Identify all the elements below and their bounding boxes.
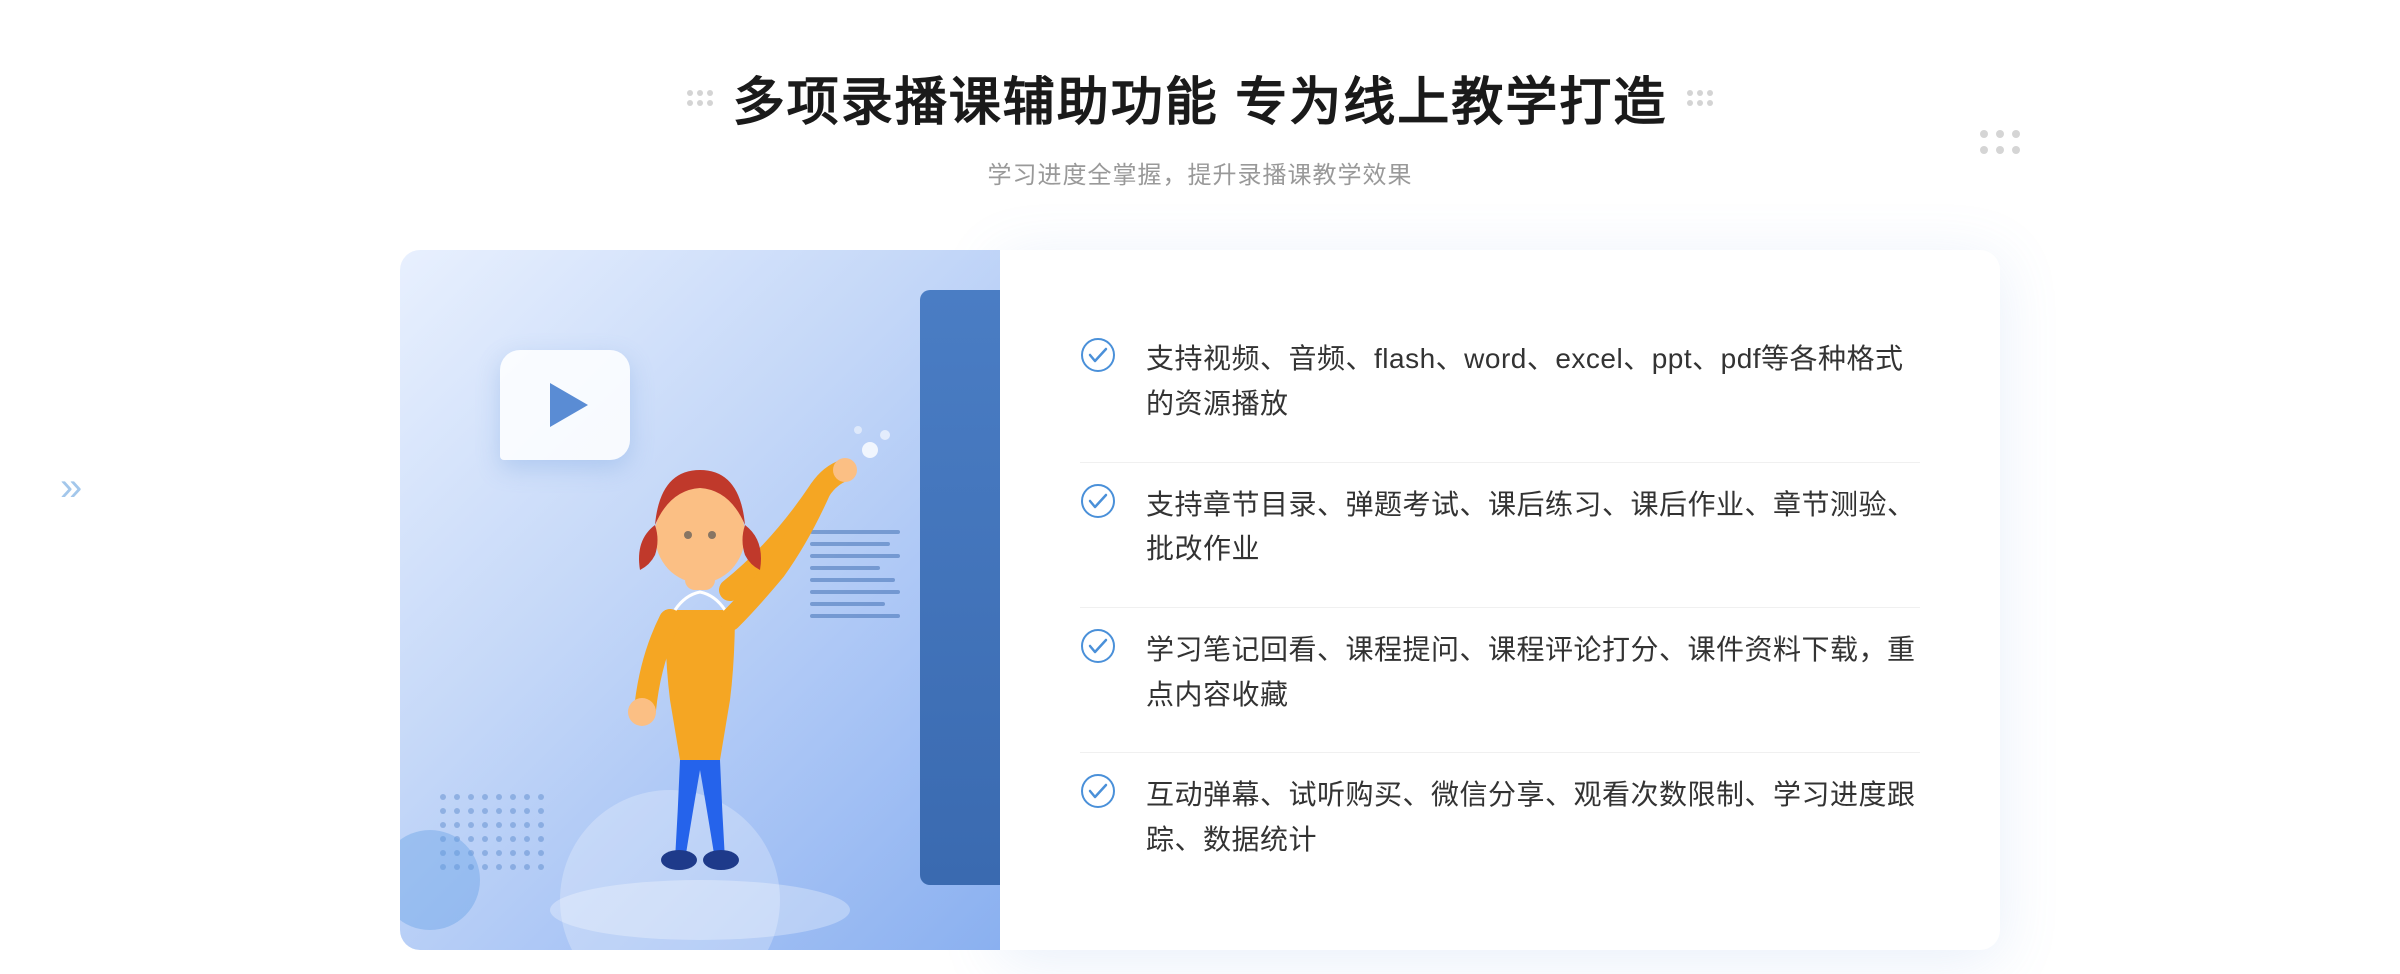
check-icon-2 [1080,483,1116,524]
title-left-decoration [687,90,713,106]
header-section: 多项录播课辅助功能 专为线上教学打造 学习进度全掌握，提升录播课教学效果 [687,60,1713,190]
left-chevron-decoration: » [60,467,82,507]
feature-text-1: 支持视频、音频、flash、word、excel、ppt、pdf等各种格式的资源… [1146,337,1920,427]
person-illustration [510,370,890,950]
page-title: 多项录播课辅助功能 专为线上教学打造 [733,60,1667,135]
blue-side-panel [920,290,1000,885]
content-panel: 支持视频、音频、flash、word、excel、ppt、pdf等各种格式的资源… [1000,250,2000,950]
feature-text-3: 学习笔记回看、课程提问、课程评论打分、课件资料下载，重点内容收藏 [1146,628,1920,718]
feature-text-4: 互动弹幕、试听购买、微信分享、观看次数限制、学习进度跟踪、数据统计 [1146,773,1920,863]
feature-item-1: 支持视频、音频、flash、word、excel、ppt、pdf等各种格式的资源… [1080,317,1920,447]
illustration-area [400,250,1000,950]
check-icon-1 [1080,337,1116,378]
right-dots-decoration [1980,130,2020,154]
check-icon-4 [1080,773,1116,814]
page-container: » 多项录播课辅助功能 专为线上教学打造 [0,0,2400,974]
feature-text-2: 支持章节目录、弹题考试、课后练习、课后作业、章节测验、批改作业 [1146,483,1920,573]
feature-item-4: 互动弹幕、试听购买、微信分享、观看次数限制、学习进度跟踪、数据统计 [1080,752,1920,883]
feature-item-2: 支持章节目录、弹题考试、课后练习、课后作业、章节测验、批改作业 [1080,462,1920,593]
title-row: 多项录播课辅助功能 专为线上教学打造 [687,60,1713,135]
main-content: 支持视频、音频、flash、word、excel、ppt、pdf等各种格式的资源… [400,250,2000,950]
page-subtitle: 学习进度全掌握，提升录播课教学效果 [687,155,1713,190]
title-right-decoration [1687,90,1713,106]
feature-item-3: 学习笔记回看、课程提问、课程评论打分、课件资料下载，重点内容收藏 [1080,607,1920,738]
check-icon-3 [1080,628,1116,669]
